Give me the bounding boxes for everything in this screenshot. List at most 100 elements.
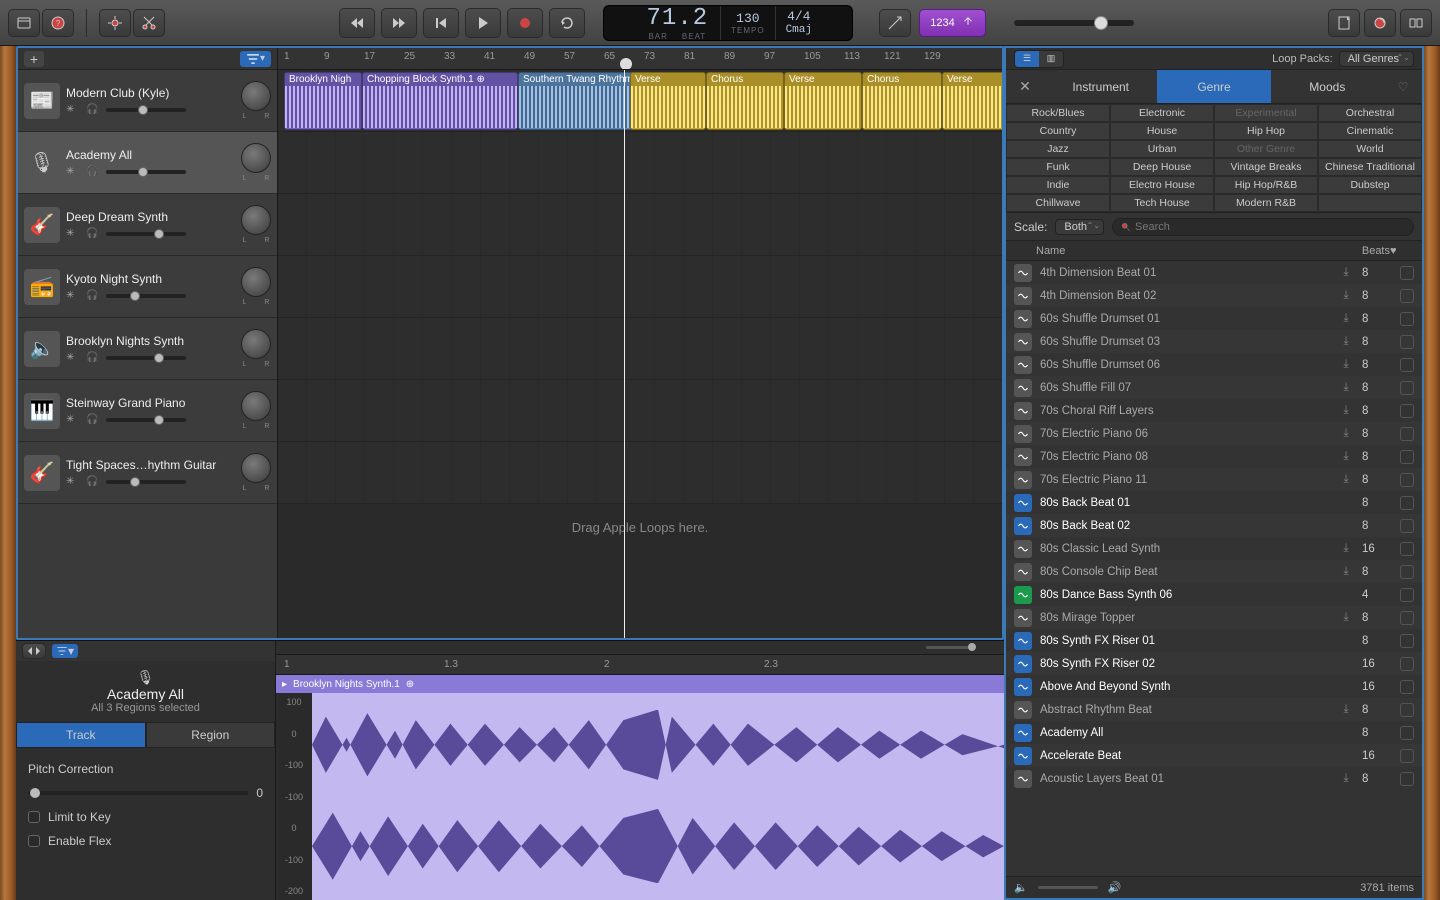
mute-icon[interactable]: ✳︎ [66,352,80,364]
loop-row[interactable]: 80s Synth FX Riser 01 8 [1006,629,1422,652]
track-volume-slider[interactable] [106,480,186,484]
headphones-icon[interactable]: 🎧 [86,352,100,364]
headphones-icon[interactable]: 🎧 [86,476,100,488]
loop-row[interactable]: 80s Classic Lead Synth ⤓ 16 [1006,537,1422,560]
audio-region[interactable]: Chorus [862,72,942,130]
mute-icon[interactable]: ✳︎ [66,414,80,426]
add-track-button[interactable]: + [24,51,44,67]
track-volume-slider[interactable] [106,232,186,236]
download-icon[interactable]: ⤓ [1338,427,1354,440]
mute-icon[interactable]: ✳︎ [66,290,80,302]
loop-row[interactable]: 80s Synth FX Riser 02 16 [1006,652,1422,675]
tab-moods[interactable]: Moods [1271,70,1384,103]
genre-button[interactable]: Electronic [1110,104,1214,122]
headphones-icon[interactable]: 🎧 [86,414,100,426]
favorite-checkbox[interactable] [1400,404,1414,418]
mute-icon[interactable]: ✳︎ [66,104,80,116]
track-filter-button[interactable]: ▾ [240,51,271,67]
loop-row[interactable]: 70s Electric Piano 11 ⤓ 8 [1006,468,1422,491]
loop-view-column-icon[interactable]: ▥ [1039,51,1063,67]
pan-knob[interactable] [241,205,271,235]
loop-row[interactable]: 60s Shuffle Fill 07 ⤓ 8 [1006,376,1422,399]
arrange-lane[interactable] [278,132,1002,194]
audio-region[interactable]: Chorus [706,72,784,130]
arrange-area[interactable]: 191725334149576573818997105113121129 Bro… [278,48,1002,638]
playhead-marker-icon[interactable] [618,56,635,70]
track-volume-slider[interactable] [106,170,186,174]
notepad-button[interactable] [1328,9,1360,37]
pan-knob[interactable] [241,267,271,297]
favorite-checkbox[interactable] [1400,772,1414,786]
track-volume-slider[interactable] [106,294,186,298]
loop-row[interactable]: Above And Beyond Synth 16 [1006,675,1422,698]
media-browser-button[interactable] [1400,9,1432,37]
loop-browser-button[interactable] [1364,9,1396,37]
master-volume-slider[interactable] [1014,20,1134,26]
loop-row[interactable]: 4th Dimension Beat 01 ⤓ 8 [1006,261,1422,284]
genre-button[interactable]: Deep House [1110,158,1214,176]
tab-track[interactable]: Track [16,722,146,748]
scale-dropdown[interactable]: Both [1055,219,1104,235]
arrange-lane[interactable] [278,194,1002,256]
col-favorite-icon[interactable]: ♥ [1390,245,1414,257]
audio-region[interactable]: Brooklyn Nigh [284,72,362,130]
mute-icon[interactable]: ✳︎ [66,476,80,488]
mute-icon[interactable]: ✳︎ [66,166,80,178]
favorite-checkbox[interactable] [1400,335,1414,349]
genre-button[interactable]: Tech House [1110,194,1214,212]
pitch-correction-slider[interactable] [28,791,248,795]
loop-row[interactable]: 70s Electric Piano 06 ⤓ 8 [1006,422,1422,445]
audio-region[interactable]: Verse [784,72,862,130]
favorite-checkbox[interactable] [1400,749,1414,763]
favorite-checkbox[interactable] [1400,588,1414,602]
download-icon[interactable]: ⤓ [1338,565,1354,578]
genre-button[interactable]: Indie [1006,176,1110,194]
loop-packs-dropdown[interactable]: All Genres [1339,51,1414,67]
track-volume-slider[interactable] [106,108,186,112]
genre-button[interactable]: Hip Hop/R&B [1214,176,1318,194]
download-icon[interactable]: ⤓ [1338,312,1354,325]
go-to-start-button[interactable] [423,8,459,38]
headphones-icon[interactable]: 🎧 [86,166,100,178]
mute-icon[interactable]: ✳︎ [66,228,80,240]
track-row[interactable]: 🎸 Tight Spaces…hythm Guitar ✳︎ 🎧 LR [18,442,277,504]
track-row[interactable]: 🎸 Deep Dream Synth ✳︎ 🎧 LR [18,194,277,256]
editor-filter-button[interactable]: ▾ [52,644,78,658]
favorite-checkbox[interactable] [1400,358,1414,372]
enable-flex-checkbox[interactable] [28,835,40,847]
download-icon[interactable]: ⤓ [1338,381,1354,394]
track-volume-slider[interactable] [106,418,186,422]
arrange-lane[interactable] [278,380,1002,442]
download-icon[interactable]: ⤓ [1338,289,1354,302]
favorite-checkbox[interactable] [1400,312,1414,326]
pan-knob[interactable] [241,453,271,483]
genre-button[interactable]: Urban [1110,140,1214,158]
download-icon[interactable]: ⤓ [1338,266,1354,279]
loop-row[interactable]: 80s Console Chip Beat ⤓ 8 [1006,560,1422,583]
cycle-button[interactable] [549,8,585,38]
download-icon[interactable]: ⤓ [1338,450,1354,463]
pan-knob[interactable] [241,81,271,111]
loop-search-input[interactable]: Search [1112,218,1414,236]
limit-to-key-checkbox[interactable] [28,811,40,823]
tab-genre[interactable]: Genre [1157,70,1270,103]
track-row[interactable]: 📻 Kyoto Night Synth ✳︎ 🎧 LR [18,256,277,318]
favorite-checkbox[interactable] [1400,473,1414,487]
genre-button[interactable]: Jazz [1006,140,1110,158]
headphones-icon[interactable]: 🎧 [86,290,100,302]
favorite-checkbox[interactable] [1400,726,1414,740]
record-button[interactable] [507,8,543,38]
audio-region[interactable]: Verse [942,72,1002,130]
genre-button[interactable]: Modern R&B [1214,194,1318,212]
genre-button[interactable]: Experimental [1214,104,1318,122]
preview-volume-slider[interactable] [1038,886,1098,889]
favorite-checkbox[interactable] [1400,427,1414,441]
arrange-lane[interactable] [278,442,1002,504]
favorite-checkbox[interactable] [1400,381,1414,395]
track-row[interactable]: 🔈 Brooklyn Nights Synth ✳︎ 🎧 LR [18,318,277,380]
rewind-button[interactable] [339,8,375,38]
arrange-lane[interactable] [278,256,1002,318]
favorite-checkbox[interactable] [1400,266,1414,280]
genre-button[interactable]: Chillwave [1006,194,1110,212]
editor-region-header[interactable]: ▸Brooklyn Nights Synth.1⊕ [276,675,1004,693]
